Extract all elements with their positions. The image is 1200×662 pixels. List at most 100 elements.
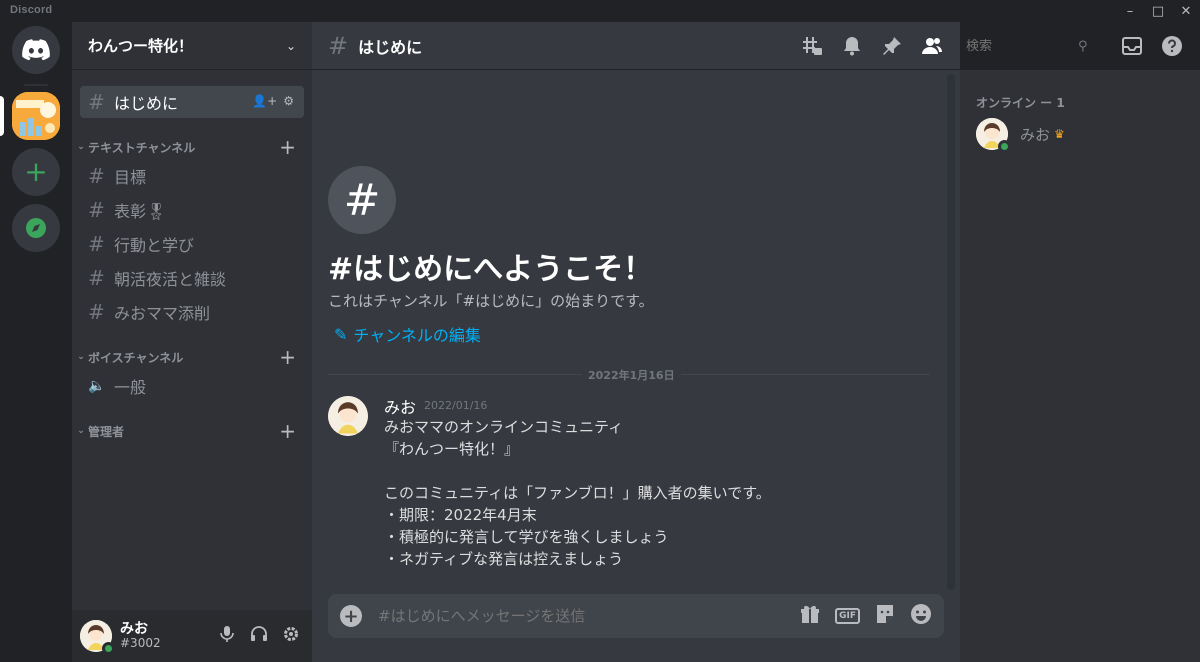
- member-list: オンライン ー 1 みお ♛: [960, 70, 1200, 662]
- threads-icon[interactable]: [800, 34, 824, 58]
- channel-item[interactable]: # 表彰🎖: [80, 194, 304, 226]
- pin-icon[interactable]: [880, 34, 904, 58]
- text-channel-icon: #: [88, 164, 105, 188]
- channel-label: 目標: [114, 168, 147, 187]
- online-status-dot: [998, 140, 1011, 153]
- speaker-icon: 🔈: [88, 378, 106, 394]
- sticker-icon[interactable]: [874, 603, 896, 629]
- discord-logo-icon: [22, 39, 50, 61]
- text-channel-icon: #: [88, 198, 105, 222]
- add-channel-icon[interactable]: +: [279, 345, 296, 369]
- close-icon[interactable]: ✕: [1172, 0, 1200, 22]
- message-line: 『わんつー特化！』: [384, 440, 520, 458]
- upload-plus-icon[interactable]: +: [340, 605, 362, 627]
- message-body: みおママのオンラインコミュニティ 『わんつー特化！』 このコミュニティは「ファン…: [384, 416, 924, 570]
- search-icon: ⚲: [1078, 38, 1088, 54]
- pencil-icon: ✎: [334, 324, 348, 344]
- chat-scrollbar[interactable]: [947, 74, 955, 590]
- channel-label: みおママ添削: [114, 304, 211, 323]
- member-item[interactable]: みお ♛: [968, 114, 1192, 154]
- channel-label: 一般: [114, 378, 147, 397]
- message-author[interactable]: みお: [384, 394, 416, 418]
- message-line: ・ネガティブな発言は控えましょう: [384, 550, 624, 568]
- channel-item[interactable]: # 行動と学び: [80, 228, 304, 260]
- channel-item[interactable]: # みおママ添削: [80, 296, 304, 328]
- create-invite-icon[interactable]: 👤+: [252, 94, 277, 108]
- divider-date: 2022年1月16日: [582, 367, 681, 383]
- emoji-icon[interactable]: [910, 603, 932, 629]
- members-heading: オンライン ー 1: [976, 96, 1065, 110]
- welcome-title: #はじめにへようこそ！: [328, 252, 654, 287]
- online-status-dot: [102, 642, 115, 655]
- search-box[interactable]: ⚲: [960, 34, 1104, 58]
- message-composer: + GIF: [328, 594, 944, 638]
- crown-icon: ♛: [1054, 127, 1065, 141]
- gift-icon[interactable]: [799, 603, 821, 629]
- edit-channel-link[interactable]: ✎ チャンネルの編集: [334, 322, 481, 346]
- notification-bell-icon[interactable]: [840, 34, 864, 58]
- chevron-down-icon: ⌄: [77, 426, 85, 436]
- active-server-pill: [0, 96, 4, 136]
- guild-name: わんつー特化！: [88, 37, 194, 55]
- text-channel-icon: #: [88, 300, 105, 324]
- discord-home-button[interactable]: [12, 26, 60, 74]
- message-line: ・積極的に発言して学びを強くしましょう: [384, 528, 669, 546]
- channel-title: はじめに: [358, 37, 423, 57]
- category-text[interactable]: ⌄ テキストチャンネル +: [74, 135, 306, 159]
- app-brand: Discord: [10, 4, 53, 16]
- channel-sidebar: わんつー特化！ ⌄ # はじめに 👤+ ⚙ ⌄ テキストチャンネル + # 目標…: [72, 22, 312, 662]
- member-name: みお: [1020, 125, 1051, 144]
- headphones-icon[interactable]: [250, 625, 268, 647]
- chevron-down-icon: ⌄: [77, 352, 85, 362]
- add-channel-icon[interactable]: +: [279, 135, 296, 159]
- text-channel-icon: #: [88, 232, 105, 256]
- avatar[interactable]: [80, 620, 115, 655]
- guild-header[interactable]: わんつー特化！ ⌄: [72, 22, 312, 70]
- add-channel-icon[interactable]: +: [279, 419, 296, 443]
- channel-label: 表彰🎖: [114, 202, 167, 221]
- gear-icon[interactable]: [282, 625, 300, 647]
- microphone-icon[interactable]: [218, 625, 236, 647]
- message-input[interactable]: [378, 607, 800, 625]
- explore-servers-button[interactable]: [12, 204, 60, 252]
- plus-icon: +: [24, 155, 48, 188]
- channel-item[interactable]: # 朝活夜活と雑談: [80, 262, 304, 294]
- member-list-icon[interactable]: [920, 34, 944, 58]
- avatar: [976, 118, 1011, 153]
- user-tag: #3002: [120, 636, 161, 651]
- title-bar: Discord – □ ✕: [0, 0, 1200, 22]
- voice-channel-item[interactable]: 🔈 一般: [80, 370, 304, 402]
- category-label: ボイスチャンネル: [88, 350, 184, 365]
- channel-settings-icon[interactable]: ⚙: [283, 94, 294, 108]
- compass-icon: [26, 218, 46, 238]
- text-channel-icon: #: [88, 90, 105, 114]
- channel-label: 行動と学び: [114, 236, 195, 255]
- message-line: みおママのオンラインコミュニティ: [384, 418, 624, 436]
- text-channel-icon: #: [328, 31, 349, 60]
- message-avatar[interactable]: [328, 396, 368, 436]
- server-icon-active[interactable]: [12, 92, 60, 140]
- minimize-icon[interactable]: –: [1116, 0, 1144, 22]
- user-name: みお: [120, 620, 148, 637]
- category-admin[interactable]: ⌄ 管理者 +: [74, 419, 306, 443]
- search-input[interactable]: [966, 38, 1078, 54]
- help-icon[interactable]: [1160, 34, 1184, 58]
- maximize-icon[interactable]: □: [1144, 0, 1172, 22]
- gif-button[interactable]: GIF: [835, 608, 860, 624]
- chevron-down-icon: ⌄: [285, 38, 296, 53]
- edit-channel-label: チャンネルの編集: [353, 326, 481, 345]
- channel-label: はじめに: [114, 94, 179, 113]
- user-avatar-icon: [328, 396, 368, 436]
- category-label: テキストチャンネル: [88, 140, 196, 155]
- channel-item[interactable]: # 目標: [80, 160, 304, 192]
- message-line: ・期限：2022年4月末: [384, 506, 537, 524]
- server-thumbnail-icon: [12, 92, 60, 140]
- channel-label: 朝活夜活と雑談: [114, 270, 227, 289]
- category-label: 管理者: [88, 424, 125, 439]
- inbox-icon[interactable]: [1120, 34, 1144, 58]
- chevron-down-icon: ⌄: [77, 142, 85, 152]
- category-voice[interactable]: ⌄ ボイスチャンネル +: [74, 345, 306, 369]
- channel-item-active[interactable]: # はじめに 👤+ ⚙: [80, 86, 304, 118]
- add-server-button[interactable]: +: [12, 148, 60, 196]
- text-channel-icon: #: [88, 266, 105, 290]
